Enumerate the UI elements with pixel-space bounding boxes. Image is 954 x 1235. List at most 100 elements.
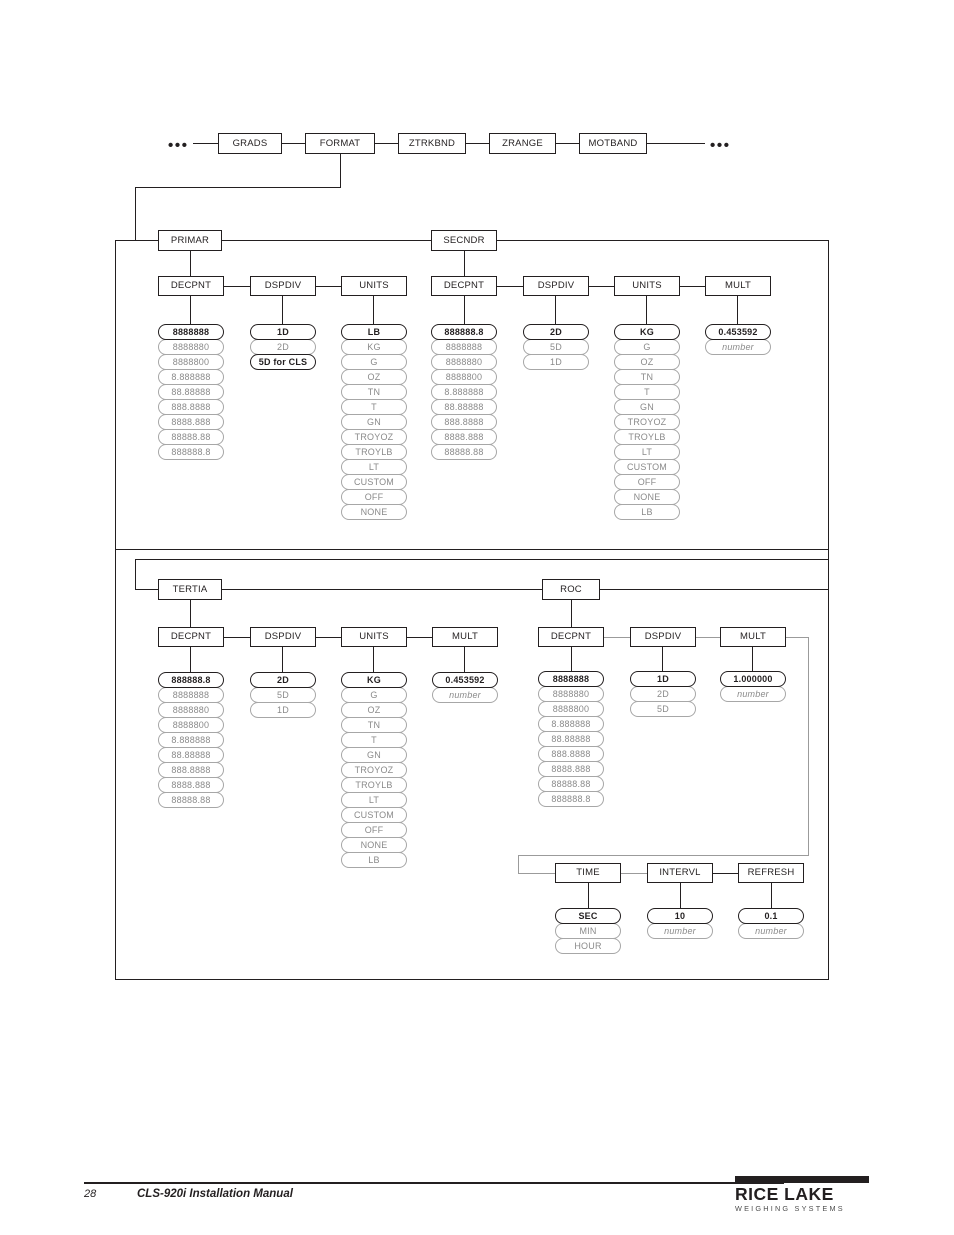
option-item[interactable]: TROYLB: [341, 777, 407, 793]
option-item[interactable]: 888.8888: [158, 399, 224, 415]
option-item[interactable]: 8888.888: [158, 414, 224, 430]
option-item[interactable]: LB: [341, 852, 407, 868]
option-item[interactable]: HOUR: [555, 938, 621, 954]
node-intervl[interactable]: INTERVL: [647, 863, 713, 883]
option-item[interactable]: LT: [341, 792, 407, 808]
option-item[interactable]: G: [341, 687, 407, 703]
option-item[interactable]: 888888.8: [158, 444, 224, 460]
node-ztrkbnd[interactable]: ZTRKBND: [398, 133, 466, 154]
option-item[interactable]: TN: [341, 384, 407, 400]
option-item[interactable]: NONE: [341, 504, 407, 520]
option-item[interactable]: GN: [341, 747, 407, 763]
node-time[interactable]: TIME: [555, 863, 621, 883]
option-item[interactable]: OZ: [341, 702, 407, 718]
option-item[interactable]: NONE: [614, 489, 680, 505]
option-item[interactable]: 1D: [250, 324, 316, 340]
option-item[interactable]: 8888888: [431, 339, 497, 355]
option-item[interactable]: 88888.88: [538, 776, 604, 792]
node-roc-decpnt[interactable]: DECPNT: [538, 627, 604, 647]
option-item[interactable]: TROYOZ: [341, 762, 407, 778]
option-item[interactable]: number: [720, 686, 786, 702]
option-item[interactable]: 8.888888: [431, 384, 497, 400]
option-item[interactable]: GN: [614, 399, 680, 415]
option-item[interactable]: 2D: [250, 672, 316, 688]
option-item[interactable]: LB: [614, 504, 680, 520]
node-primar-units[interactable]: UNITS: [341, 276, 407, 296]
option-item[interactable]: MIN: [555, 923, 621, 939]
option-item[interactable]: 88888.88: [158, 792, 224, 808]
option-item[interactable]: TROYLB: [341, 444, 407, 460]
node-format[interactable]: FORMAT: [305, 133, 375, 154]
node-roc-mult[interactable]: MULT: [720, 627, 786, 647]
node-secndr-dspdiv[interactable]: DSPDIV: [523, 276, 589, 296]
option-item[interactable]: 88.88888: [158, 747, 224, 763]
option-item[interactable]: 8888800: [158, 717, 224, 733]
option-item[interactable]: T: [614, 384, 680, 400]
option-item[interactable]: number: [647, 923, 713, 939]
node-secndr-decpnt[interactable]: DECPNT: [431, 276, 497, 296]
option-item[interactable]: 888888.8: [431, 324, 497, 340]
option-item[interactable]: LT: [614, 444, 680, 460]
option-item[interactable]: 10: [647, 908, 713, 924]
option-item[interactable]: 2D: [630, 686, 696, 702]
option-item[interactable]: 1.000000: [720, 671, 786, 687]
node-primar-dspdiv[interactable]: DSPDIV: [250, 276, 316, 296]
option-item[interactable]: G: [614, 339, 680, 355]
node-refresh[interactable]: REFRESH: [738, 863, 804, 883]
option-item[interactable]: T: [341, 399, 407, 415]
option-item[interactable]: 8888888: [538, 671, 604, 687]
option-item[interactable]: SEC: [555, 908, 621, 924]
option-item[interactable]: 0.453592: [705, 324, 771, 340]
node-secndr-mult[interactable]: MULT: [705, 276, 771, 296]
option-item[interactable]: TROYLB: [614, 429, 680, 445]
option-item[interactable]: 88888.88: [158, 429, 224, 445]
option-item[interactable]: 0.453592: [432, 672, 498, 688]
option-item[interactable]: 8888800: [158, 354, 224, 370]
node-primar-decpnt[interactable]: DECPNT: [158, 276, 224, 296]
option-item[interactable]: CUSTOM: [341, 807, 407, 823]
option-item[interactable]: 5D for CLS: [250, 354, 316, 370]
option-item[interactable]: TN: [614, 369, 680, 385]
node-grads[interactable]: GRADS: [218, 133, 282, 154]
option-item[interactable]: 5D: [630, 701, 696, 717]
option-item[interactable]: 1D: [630, 671, 696, 687]
option-item[interactable]: number: [432, 687, 498, 703]
node-tertia-mult[interactable]: MULT: [432, 627, 498, 647]
node-secndr[interactable]: SECNDR: [431, 230, 497, 251]
option-item[interactable]: 2D: [250, 339, 316, 355]
option-item[interactable]: TN: [341, 717, 407, 733]
option-item[interactable]: 8888880: [158, 702, 224, 718]
option-item[interactable]: 88888.88: [431, 444, 497, 460]
option-item[interactable]: CUSTOM: [341, 474, 407, 490]
option-item[interactable]: 88.88888: [431, 399, 497, 415]
option-item[interactable]: number: [705, 339, 771, 355]
option-item[interactable]: OZ: [614, 354, 680, 370]
option-item[interactable]: number: [738, 923, 804, 939]
node-tertia-decpnt[interactable]: DECPNT: [158, 627, 224, 647]
node-roc[interactable]: ROC: [542, 579, 600, 600]
option-item[interactable]: 888.8888: [431, 414, 497, 430]
option-item[interactable]: 888888.8: [158, 672, 224, 688]
option-item[interactable]: 8888880: [538, 686, 604, 702]
option-item[interactable]: 88.88888: [158, 384, 224, 400]
node-tertia-units[interactable]: UNITS: [341, 627, 407, 647]
option-item[interactable]: LT: [341, 459, 407, 475]
option-item[interactable]: CUSTOM: [614, 459, 680, 475]
option-item[interactable]: 8888880: [158, 339, 224, 355]
node-zrange[interactable]: ZRANGE: [489, 133, 556, 154]
option-item[interactable]: 8.888888: [538, 716, 604, 732]
option-item[interactable]: 2D: [523, 324, 589, 340]
node-secndr-units[interactable]: UNITS: [614, 276, 680, 296]
option-item[interactable]: KG: [341, 672, 407, 688]
node-tertia-dspdiv[interactable]: DSPDIV: [250, 627, 316, 647]
node-primar[interactable]: PRIMAR: [158, 230, 222, 251]
option-item[interactable]: 8888888: [158, 687, 224, 703]
option-item[interactable]: 888888.8: [538, 791, 604, 807]
option-item[interactable]: 5D: [523, 339, 589, 355]
option-item[interactable]: 5D: [250, 687, 316, 703]
option-item[interactable]: 1D: [250, 702, 316, 718]
node-motband[interactable]: MOTBAND: [579, 133, 647, 154]
option-item[interactable]: TROYOZ: [341, 429, 407, 445]
option-item[interactable]: 8888.888: [538, 761, 604, 777]
option-item[interactable]: OFF: [341, 822, 407, 838]
